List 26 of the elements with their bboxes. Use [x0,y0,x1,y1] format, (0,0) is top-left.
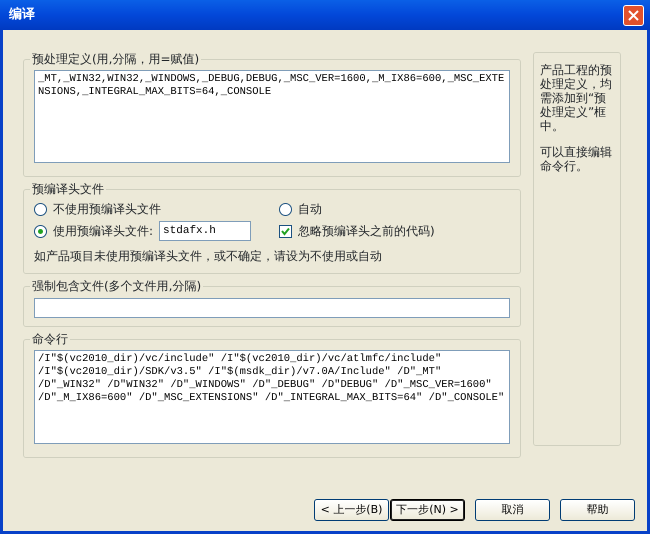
wizard-button[interactable]: 取消 [475,499,550,521]
group-label: 预编译头文件 [31,182,105,196]
group-label: 预处理定义(用,分隔，用=赋值) [31,52,200,66]
group-label: 强制包含文件(多个文件用,分隔) [31,279,202,293]
close-button[interactable] [623,4,644,26]
radio-label[interactable]: 使用预编译头文件: [53,222,154,240]
checkbox-label[interactable]: 忽略预编译头之前的代码) [298,222,435,240]
note-text: 如产品项目未使用预编译头文件，或不确定，请设为不使用或自动 [34,248,383,265]
radio-button[interactable] [34,202,47,216]
header-file-field[interactable]: stdafx.h [159,221,252,241]
radio-button[interactable] [279,202,292,216]
wizard-button[interactable]: 帮助 [560,499,635,521]
include-files-field[interactable] [34,298,510,318]
help-text: 产品工程的预处理定义，均需添加到“预处理定义”框中。 [540,63,613,133]
radio-label[interactable]: 自动 [298,200,322,218]
radio-button[interactable] [34,224,47,238]
command-line-field[interactable]: /I"$(vc2010_dir)/vc/include" /I"$(vc2010_dir)/vc/atlmfc/include" /I"$(vc2010_dir)/SDK/v3.5" /I"$(msdk_dir)/v7.0A/Include" /D"_MT" /D"_WIN32" /D"WIN32" /D"_WINDOWS" /D"_DEBUG" /D"DEBUG" /D"_MSC_VER=1600" /D"_M_IX86=600" /D"_MSC_EXTENSIONS" /D"_INTEGRAL_MAX_BITS=64" /D"_CONSOLE" [34,350,510,444]
preprocessor-field[interactable]: _MT,_WIN32,WIN32,_WINDOWS,_DEBUG,DEBUG,_MSC_VER=1600,_M_IX86=600,_MSC_EXTENSIONS,_INTEGRAL_MAX_BITS=64,_CONSOLE [34,70,510,163]
group-label: 命令行 [31,332,69,346]
wizard-button[interactable]: < 上一步(B) [314,499,389,521]
checkbox[interactable] [279,224,292,238]
radio-label[interactable]: 不使用预编译头文件 [53,200,161,218]
wizard-button[interactable]: 下一步(N) > [390,499,465,521]
window-title: 编译 [9,6,35,24]
help-text: 可以直接编辑命令行。 [540,145,613,173]
close-icon [628,10,639,20]
